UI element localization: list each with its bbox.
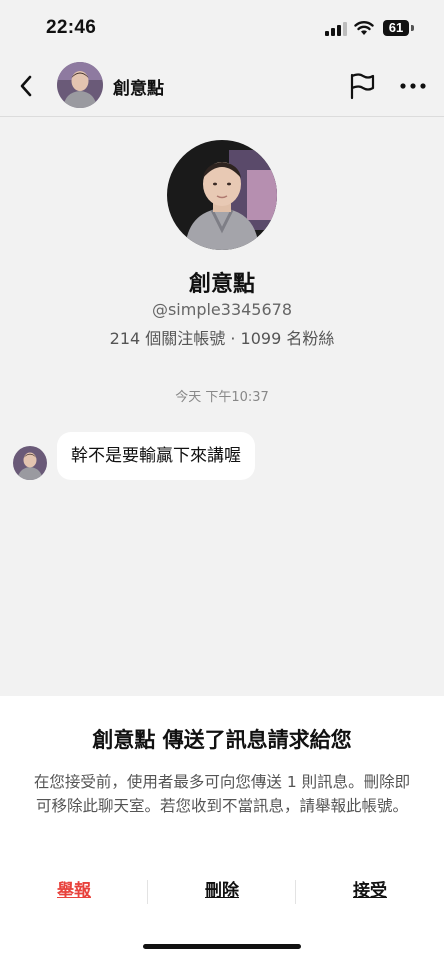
message-avatar[interactable] xyxy=(13,446,47,480)
flag-icon xyxy=(350,73,375,100)
profile-name: 創意點 xyxy=(188,272,255,297)
signal-icon xyxy=(325,22,347,36)
chat-header: 創意點 xyxy=(0,58,444,117)
profile-stats: 214 個關注帳號 · 1099 名粉絲 xyxy=(109,329,335,348)
wifi-icon xyxy=(354,21,374,35)
request-description: 在您接受前，使用者最多可向您傳送 1 則訊息。刪除即可移除此聊天室。若您收到不當… xyxy=(33,773,411,815)
accept-button[interactable]: 接受 xyxy=(296,874,444,908)
profile-handle: @simple3345678 xyxy=(151,300,293,319)
header-title[interactable]: 創意點 xyxy=(113,74,164,99)
back-button[interactable] xyxy=(12,68,40,104)
more-options-button[interactable] xyxy=(398,70,428,102)
back-arrow-icon xyxy=(20,75,32,97)
message-bubble[interactable]: 幹不是要輸贏下來講喔 xyxy=(57,432,255,480)
profile-avatar[interactable] xyxy=(167,140,277,250)
request-title: 創意點 傳送了訊息請求給您 xyxy=(92,728,352,752)
battery-indicator: 61 xyxy=(383,20,409,36)
delete-button[interactable]: 刪除 xyxy=(148,874,296,908)
report-button[interactable]: 舉報 xyxy=(0,874,148,908)
status-bar: 22:46 61 xyxy=(0,0,444,58)
request-actions: 舉報 刪除 接受 xyxy=(0,874,444,908)
battery-cap xyxy=(411,25,414,31)
header-avatar[interactable] xyxy=(57,62,103,108)
message-timestamp: 今天 下午10:37 xyxy=(175,390,269,405)
home-indicator[interactable] xyxy=(143,944,301,949)
report-flag-button[interactable] xyxy=(347,70,377,102)
message-request-sheet: 創意點 傳送了訊息請求給您 在您接受前，使用者最多可向您傳送 1 則訊息。刪除即… xyxy=(0,696,444,960)
more-icon xyxy=(400,83,426,89)
status-time: 22:46 xyxy=(46,17,97,38)
